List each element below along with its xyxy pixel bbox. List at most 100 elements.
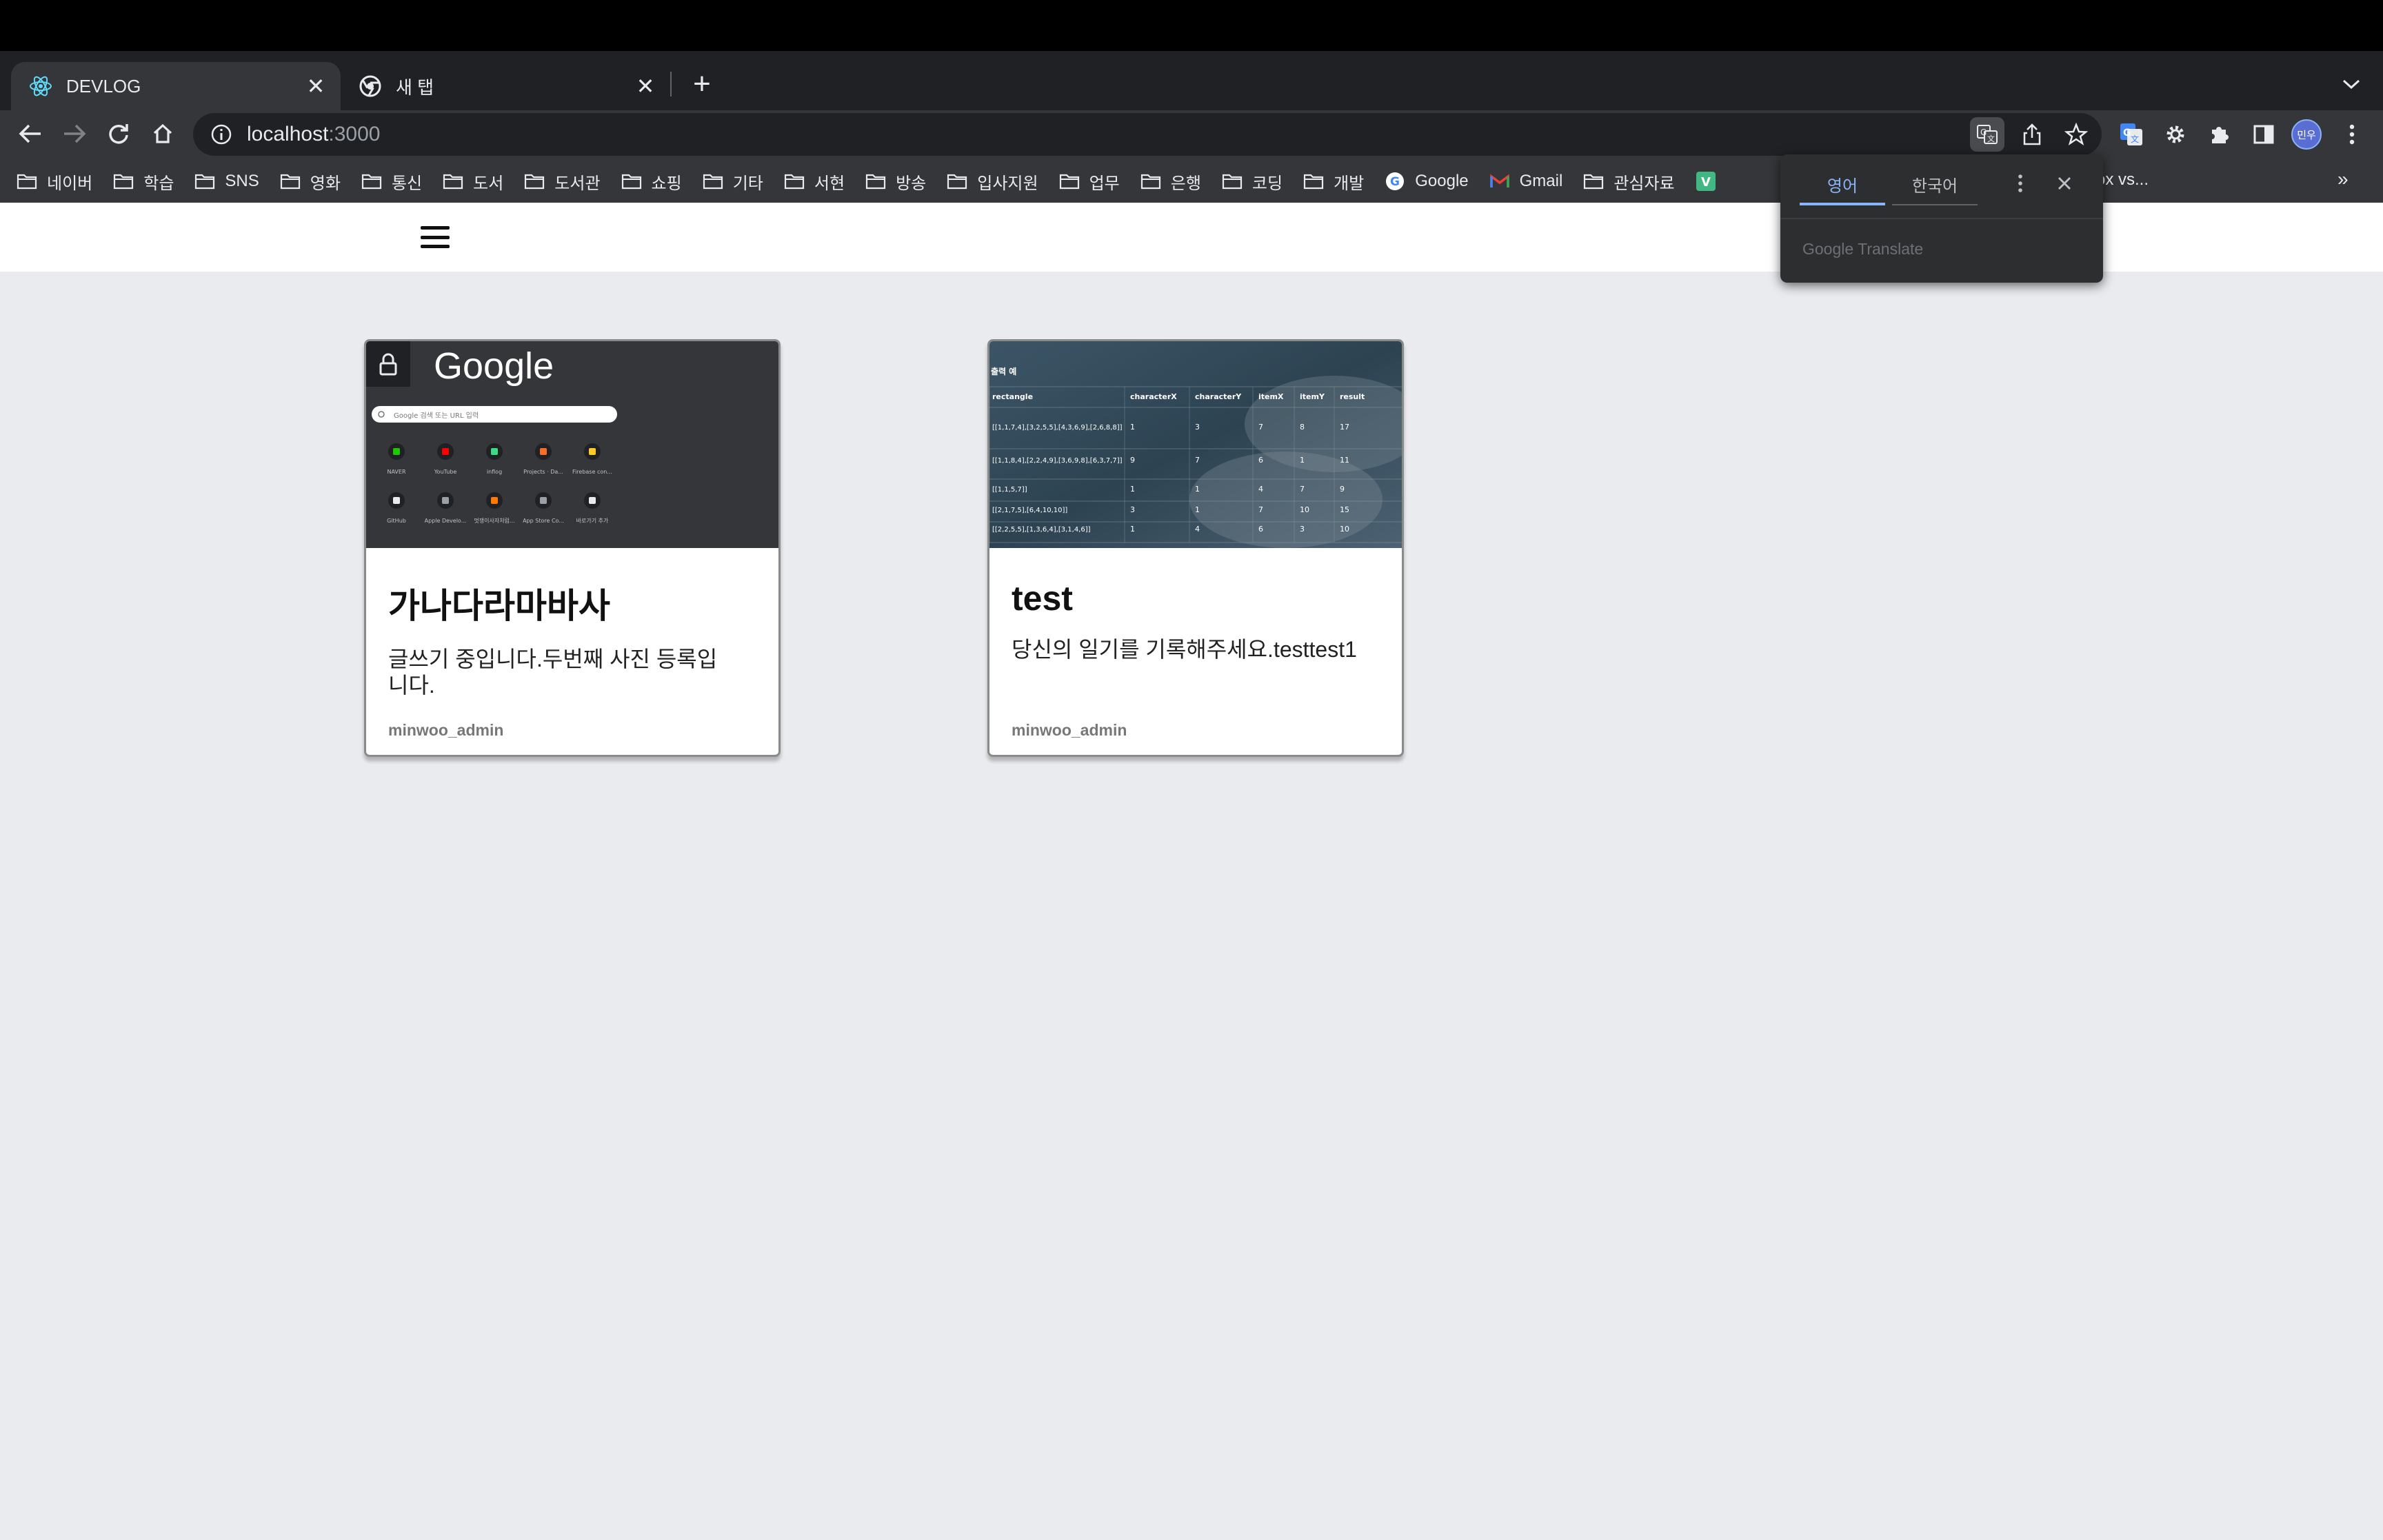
bookmark-label: 방송 bbox=[896, 174, 927, 193]
bookmark-item[interactable]: 입사지원 bbox=[947, 170, 1038, 194]
bookmark-item[interactable]: 방송 bbox=[865, 170, 926, 194]
home-button[interactable] bbox=[145, 116, 181, 152]
react-icon bbox=[29, 74, 52, 98]
svg-text:G: G bbox=[1980, 128, 1987, 137]
bookmark-item[interactable]: 영화 bbox=[280, 170, 341, 194]
home-icon bbox=[153, 123, 172, 143]
folder-icon bbox=[621, 173, 652, 190]
translate-tab-source[interactable]: 영어 bbox=[1800, 172, 1885, 196]
star-icon bbox=[2064, 123, 2088, 145]
bookmark-item[interactable]: 통신 bbox=[361, 170, 422, 194]
bookmark-label: 영화 bbox=[310, 174, 341, 193]
bookmark-item[interactable]: 네이버 bbox=[17, 170, 92, 194]
tab-new-tab[interactable]: 새 탭 ✕ bbox=[341, 62, 670, 110]
google-translate-extension-button[interactable]: G文 bbox=[2114, 117, 2149, 152]
table-header-cell: characterX bbox=[1130, 392, 1177, 401]
shortcut-label: 멋쟁이사자처럼... bbox=[474, 517, 514, 524]
bookmarks-overflow-button[interactable]: » bbox=[2337, 168, 2349, 190]
table-cell: 15 bbox=[1340, 505, 1349, 514]
table-cell: [[1,1,8,4],[2,2,4,9],[3,6,9,8],[6,3,7,7]… bbox=[992, 457, 1123, 465]
back-button[interactable] bbox=[12, 116, 48, 152]
bookmark-label: 입사지원 bbox=[977, 174, 1038, 193]
table-header-cell: itemY bbox=[1300, 392, 1325, 401]
hamburger-menu-icon[interactable] bbox=[421, 226, 450, 248]
post-card[interactable]: Google Google 검색 또는 URL 입력 NAVER YouTube i… bbox=[364, 339, 781, 757]
info-icon[interactable] bbox=[210, 123, 233, 146]
bookmark-item[interactable]: 도서 bbox=[443, 170, 503, 194]
bookmark-item[interactable]: 쇼핑 bbox=[621, 170, 682, 194]
bookmark-item[interactable]: G Google bbox=[1385, 171, 1469, 192]
tab-close-icon[interactable]: ✕ bbox=[632, 72, 659, 100]
bookmark-item[interactable]: 관심자료 bbox=[1583, 170, 1675, 194]
table-cell: 4 bbox=[1195, 525, 1200, 534]
address-bar[interactable]: localhost:3000 bbox=[193, 113, 2102, 156]
table-cell: 6 bbox=[1258, 456, 1263, 465]
profile-label: 민우 bbox=[2297, 129, 2316, 141]
forward-button[interactable] bbox=[57, 116, 92, 152]
browser-menu-button[interactable] bbox=[2335, 117, 2369, 152]
bookmark-partial[interactable]: ox vs... bbox=[2096, 170, 2149, 190]
bookmark-star-button[interactable] bbox=[2059, 117, 2093, 152]
post-thumbnail: Google Google 검색 또는 URL 입력 NAVER YouTube i… bbox=[366, 341, 778, 548]
side-panel-icon bbox=[2253, 125, 2274, 144]
bookmark-label: 학습 bbox=[143, 174, 174, 193]
bookmark-item[interactable]: 학습 bbox=[113, 170, 174, 194]
vue-bookmark-icon[interactable]: V bbox=[1696, 171, 1726, 192]
post-excerpt: 글쓰기 중입니다.두번째 사진 등록입니다. bbox=[388, 647, 718, 698]
shortcut-icon bbox=[393, 497, 400, 504]
post-card[interactable]: 출력 예 rectangle characterX characterY itemX i… bbox=[987, 339, 1404, 757]
tab-search-chevron-icon[interactable] bbox=[2337, 70, 2365, 98]
translate-close-icon[interactable] bbox=[2051, 170, 2078, 197]
url-host: localhost bbox=[247, 123, 329, 145]
kebab-menu-icon bbox=[2349, 124, 2355, 145]
translate-tab-target[interactable]: 한국어 bbox=[1892, 172, 1978, 196]
extension-gear-button[interactable] bbox=[2158, 117, 2193, 152]
table-cell: 3 bbox=[1195, 423, 1200, 432]
chrome-icon bbox=[359, 74, 382, 98]
bookmark-label: 관심자료 bbox=[1613, 174, 1675, 193]
table-cell: 7 bbox=[1300, 485, 1305, 494]
bookmark-item[interactable]: 은행 bbox=[1140, 170, 1201, 194]
new-tab-button[interactable]: + bbox=[685, 67, 718, 101]
table-cell: 3 bbox=[1130, 505, 1135, 514]
bookmark-label: 쇼핑 bbox=[651, 174, 682, 193]
table-cell: [[2,1,7,5],[6,4,10,10]] bbox=[992, 507, 1067, 514]
bookmark-label: 서현 bbox=[814, 174, 845, 193]
bookmark-label: Gmail bbox=[1519, 172, 1563, 190]
bookmark-item[interactable]: 코딩 bbox=[1222, 170, 1283, 194]
bookmark-item[interactable]: 개발 bbox=[1303, 170, 1364, 194]
reload-button[interactable] bbox=[101, 116, 137, 152]
bookmark-item[interactable]: SNS bbox=[194, 172, 259, 191]
arrow-left-icon bbox=[19, 124, 41, 143]
table-cell: 1 bbox=[1130, 525, 1135, 534]
side-panel-button[interactable] bbox=[2246, 117, 2281, 152]
tab-devlog[interactable]: DEVLOG ✕ bbox=[11, 62, 341, 110]
bookmark-item[interactable]: Gmail bbox=[1489, 172, 1563, 191]
bookmark-item[interactable]: 서현 bbox=[784, 170, 845, 194]
bookmark-item[interactable]: 기타 bbox=[703, 170, 763, 194]
translate-page-button[interactable]: G文 bbox=[1970, 117, 2004, 152]
bookmark-item[interactable]: 도서관 bbox=[524, 170, 601, 194]
profile-avatar[interactable]: 민우 bbox=[2289, 117, 2324, 152]
tab-close-icon[interactable]: ✕ bbox=[302, 72, 330, 100]
extensions-button[interactable] bbox=[2202, 117, 2237, 152]
table-cell: 3 bbox=[1300, 525, 1305, 534]
gmail-icon bbox=[1489, 173, 1520, 190]
google-logo-text: Google bbox=[434, 345, 554, 387]
table-header-cell: characterY bbox=[1195, 392, 1242, 401]
bookmark-label: 업무 bbox=[1089, 174, 1120, 193]
share-button[interactable] bbox=[2015, 117, 2049, 152]
table-cell: 1 bbox=[1195, 505, 1200, 514]
shortcut-icon bbox=[589, 497, 596, 504]
bookmark-label: SNS bbox=[225, 172, 259, 190]
bookmark-label: 코딩 bbox=[1251, 174, 1283, 193]
translate-options-icon[interactable] bbox=[2008, 170, 2033, 197]
table-cell: 1 bbox=[1195, 485, 1200, 494]
table-cell: 7 bbox=[1258, 423, 1263, 432]
folder-icon bbox=[17, 173, 47, 190]
table-cell: [[1,1,7,4],[3,2,5,5],[4,3,6,9],[2,6,8,8]… bbox=[992, 424, 1123, 432]
post-title[interactable]: 가나다라마바사 bbox=[388, 578, 756, 628]
bookmark-item[interactable]: 업무 bbox=[1059, 170, 1120, 194]
post-title[interactable]: test bbox=[1012, 578, 1380, 618]
table-cell: 10 bbox=[1340, 525, 1349, 534]
